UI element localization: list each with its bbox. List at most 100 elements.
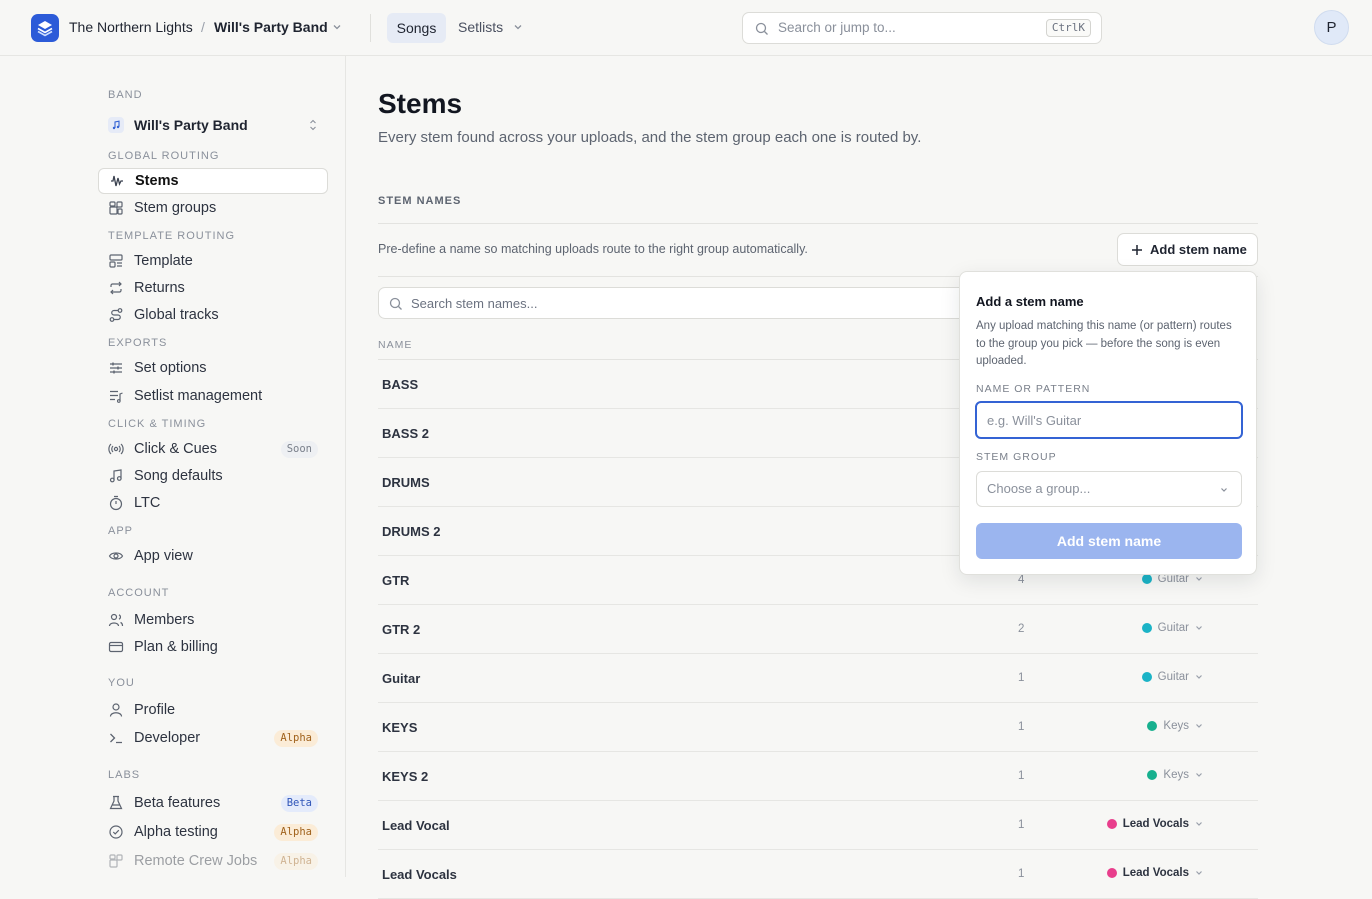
page-subtitle: Every stem found across your uploads, an… — [378, 129, 922, 146]
chevron-down-icon — [1194, 623, 1204, 633]
name-field-label: NAME OR PATTERN — [976, 383, 1091, 395]
chevron-down-icon[interactable] — [331, 21, 343, 33]
sidebar-item-app-view[interactable]: App view — [98, 543, 328, 569]
sidebar-item-label: Setlist management — [134, 388, 263, 404]
table-row[interactable]: Lead Vocal 1 Lead Vocals — [378, 801, 1258, 850]
band-selector[interactable]: Will's Party Band — [98, 112, 328, 138]
sidebar-item-label: Template — [134, 253, 193, 269]
popover-description: Any upload matching this name (or patter… — [976, 320, 1232, 367]
sidebar-item-label: Song defaults — [134, 468, 223, 484]
chevron-up-down-icon — [308, 118, 318, 132]
sidebar-item-alpha-testing[interactable]: Alpha testing Alpha — [98, 819, 328, 845]
stem-count: 1 — [1018, 721, 1025, 733]
shortcut-hint: CtrlK — [1045, 19, 1091, 37]
chevron-down-icon[interactable] — [512, 21, 524, 33]
sidebar-item-global-tracks[interactable]: Global tracks — [98, 302, 328, 328]
table-row[interactable]: KEYS 1 Keys — [378, 703, 1258, 752]
tab-setlists[interactable]: Setlists — [458, 19, 503, 35]
tab-songs[interactable]: Songs — [387, 13, 446, 43]
stem-group-select[interactable]: Guitar — [1141, 622, 1204, 634]
stem-group-label: Lead Vocals — [1122, 818, 1189, 830]
stem-group-select[interactable]: Keys — [1147, 720, 1204, 732]
table-row[interactable]: Lead Vocals 1 Lead Vocals — [378, 850, 1258, 899]
sidebar-item-members[interactable]: Members — [98, 607, 328, 633]
group-field-label: STEM GROUP — [976, 451, 1057, 463]
sidebar-item-remote-crew-jobs[interactable]: Remote Crew Jobs Alpha — [98, 848, 328, 874]
section-description: Pre-define a name so matching uploads ro… — [378, 242, 808, 256]
avatar[interactable]: P — [1314, 10, 1349, 45]
column-header-name: NAME — [378, 339, 413, 351]
sidebar-item-returns[interactable]: Returns — [98, 275, 328, 301]
terminal-icon — [108, 730, 124, 746]
sidebar-item-stem-groups[interactable]: Stem groups — [98, 195, 328, 221]
stem-group-select[interactable]: Lead Vocals — [1106, 867, 1204, 879]
sidebar-item-label: Developer — [134, 730, 201, 746]
global-search-input[interactable]: Search or jump to... CtrlK — [742, 12, 1102, 44]
stem-group-select[interactable]: Lead Vocals — [1106, 818, 1204, 830]
org-name[interactable]: The Northern Lights — [69, 19, 193, 35]
divider — [378, 223, 1258, 224]
plus-icon — [1131, 244, 1143, 256]
stem-name: Lead Vocals — [382, 867, 457, 882]
sidebar-item-developer[interactable]: Developer Alpha — [98, 725, 328, 751]
stem-name: BASS — [382, 377, 419, 392]
stem-search-input[interactable]: Search stem names... — [378, 287, 978, 319]
sidebar-item-label: App view — [134, 548, 193, 564]
add-stem-name-button[interactable]: Add stem name — [1117, 233, 1258, 266]
search-placeholder: Search or jump to... — [778, 20, 896, 35]
sidebar-item-ltc[interactable]: LTC — [98, 490, 328, 516]
sidebar-item-plan-billing[interactable]: Plan & billing — [98, 634, 328, 660]
sidebar-item-song-defaults[interactable]: Song defaults — [98, 463, 328, 489]
sidebar-item-setlist-management[interactable]: Setlist management — [98, 383, 328, 409]
app-logo-icon[interactable] — [31, 14, 59, 42]
sidebar-item-beta-features[interactable]: Beta features Beta — [98, 790, 328, 816]
popover-title: Add a stem name — [976, 294, 1084, 309]
stem-group-label: Keys — [1163, 769, 1189, 781]
music-note-icon — [108, 117, 124, 133]
sidebar-item-label: Beta features — [134, 795, 221, 811]
stem-name: KEYS 2 — [382, 769, 429, 784]
chevron-down-icon — [1194, 672, 1204, 682]
stem-group-select[interactable]: Choose a group... — [976, 471, 1242, 507]
submit-add-stem-name-button[interactable]: Add stem name — [976, 523, 1242, 559]
stem-count: 2 — [1018, 623, 1025, 635]
table-row[interactable]: Guitar 1 Guitar — [378, 654, 1258, 703]
sidebar-item-label: Alpha testing — [134, 824, 218, 840]
section-title-app: APP — [108, 525, 134, 537]
name-pattern-field[interactable] — [975, 401, 1243, 439]
card-icon — [108, 639, 124, 655]
divider — [370, 14, 371, 42]
stem-group-label: Keys — [1163, 720, 1189, 732]
stem-group-placeholder: Choose a group... — [987, 481, 1091, 496]
table-row[interactable]: KEYS 2 1 Keys — [378, 752, 1258, 801]
timer-icon — [108, 495, 124, 511]
stem-name: GTR — [382, 573, 410, 588]
group-color-dot — [1147, 721, 1158, 731]
stem-group-select[interactable]: Guitar — [1141, 671, 1204, 683]
eye-icon — [108, 548, 124, 564]
sidebar-item-stems[interactable]: Stems — [98, 168, 328, 194]
sidebar-item-label: Set options — [134, 360, 207, 376]
stem-count: 1 — [1018, 819, 1025, 831]
add-stem-name-label: Add stem name — [1150, 242, 1247, 257]
group-color-dot — [1141, 574, 1152, 584]
sidebar-item-label: Members — [134, 612, 195, 628]
name-pattern-input[interactable] — [977, 403, 1241, 437]
search-icon — [389, 297, 403, 311]
alpha-badge: Alpha — [274, 824, 318, 841]
group-color-dot — [1141, 623, 1152, 633]
sidebar-item-set-options[interactable]: Set options — [98, 355, 328, 381]
sidebar-item-click-cues[interactable]: Click & Cues Soon — [98, 436, 328, 462]
band-switcher[interactable]: Will's Party Band — [214, 19, 328, 35]
sidebar-item-label: Returns — [134, 280, 185, 296]
sidebar-item-template[interactable]: Template — [98, 248, 328, 274]
sidebar-item-label: Plan & billing — [134, 639, 218, 655]
chevron-down-icon — [1194, 574, 1204, 584]
sidebar-item-profile[interactable]: Profile — [98, 697, 328, 723]
table-row[interactable]: GTR 2 2 Guitar — [378, 605, 1258, 654]
chevron-down-icon — [1194, 819, 1204, 829]
page-title: Stems — [378, 88, 463, 119]
sidebar-item-label: Profile — [134, 702, 176, 718]
stem-group-select[interactable]: Keys — [1147, 769, 1204, 781]
stem-name: Lead Vocal — [382, 818, 450, 833]
